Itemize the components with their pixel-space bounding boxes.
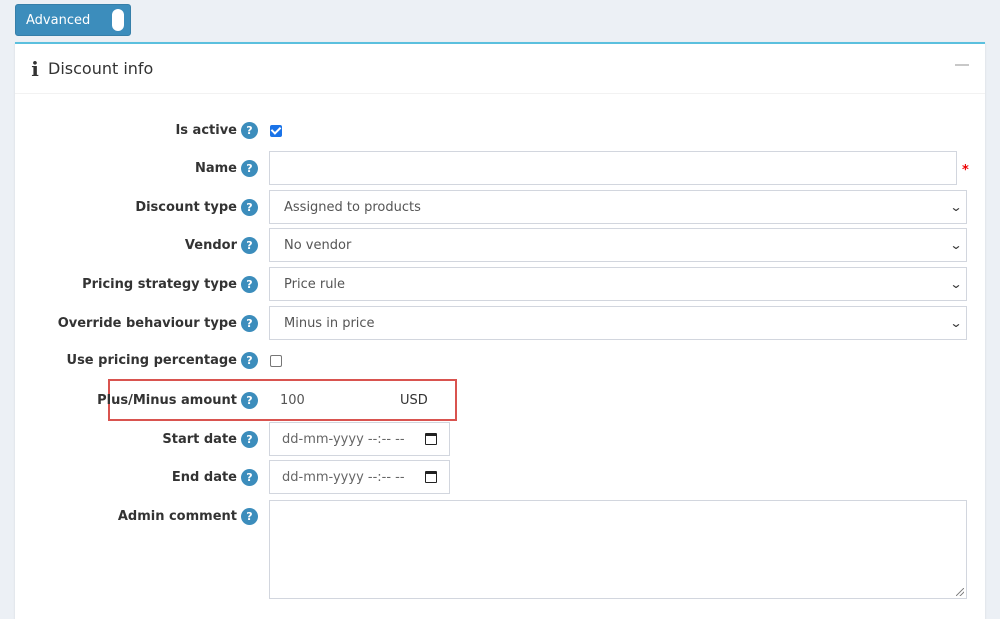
required-asterisk: *	[962, 163, 969, 178]
vendor-label: Vendor	[184, 238, 237, 253]
help-icon[interactable]: ?	[241, 160, 258, 177]
discount-type-value: Assigned to products	[284, 199, 421, 215]
is-active-label: Is active	[175, 123, 237, 138]
card-header: i Discount info	[15, 44, 985, 94]
plus-minus-amount-label: Plus/Minus amount	[97, 393, 237, 408]
help-icon[interactable]: ?	[241, 392, 258, 409]
is-active-checkbox[interactable]	[270, 125, 282, 137]
help-icon[interactable]: ?	[241, 199, 258, 216]
row-name: Name ? *	[15, 151, 985, 187]
help-icon[interactable]: ?	[241, 352, 258, 369]
discount-info-card: i Discount info Is active ? Name ? * Dis…	[15, 42, 985, 619]
toggle-knob	[112, 9, 124, 31]
discount-type-label: Discount type	[135, 200, 237, 215]
name-input[interactable]	[269, 151, 957, 185]
currency-label: USD	[400, 393, 428, 408]
card-title: Discount info	[48, 59, 154, 78]
override-behaviour-value: Minus in price	[284, 315, 375, 331]
discount-type-select[interactable]: Assigned to products ⌄	[269, 190, 967, 224]
plus-minus-amount-input[interactable]: 100	[269, 383, 384, 417]
info-icon: i	[31, 56, 39, 81]
row-use-pricing-percentage: Use pricing percentage ?	[15, 352, 985, 372]
row-vendor: Vendor ? No vendor ⌄	[15, 228, 985, 264]
vendor-select[interactable]: No vendor ⌄	[269, 228, 967, 262]
name-label: Name	[194, 161, 237, 176]
pricing-strategy-value: Price rule	[284, 276, 346, 292]
help-icon[interactable]: ?	[241, 431, 258, 448]
start-date-placeholder: dd-mm-yyyy --:-- --	[282, 431, 405, 447]
start-date-label: Start date	[162, 432, 237, 447]
vendor-value: No vendor	[284, 237, 352, 253]
pricing-strategy-select[interactable]: Price rule ⌄	[269, 267, 967, 301]
use-pricing-percentage-label: Use pricing percentage	[66, 353, 237, 368]
advanced-toggle-label: Advanced	[26, 12, 91, 28]
help-icon[interactable]: ?	[241, 122, 258, 139]
calendar-icon[interactable]	[425, 433, 437, 445]
use-pricing-percentage-checkbox[interactable]	[270, 355, 282, 367]
row-start-date: Start date ? dd-mm-yyyy --:-- --	[15, 422, 985, 458]
chevron-down-icon: ⌄	[949, 238, 963, 252]
chevron-down-icon: ⌄	[949, 277, 963, 291]
help-icon[interactable]: ?	[241, 276, 258, 293]
row-discount-type: Discount type ? Assigned to products ⌄	[15, 190, 985, 226]
end-date-label: End date	[171, 470, 237, 485]
admin-comment-textarea[interactable]	[269, 500, 967, 599]
resize-handle[interactable]	[956, 588, 964, 596]
pricing-strategy-label: Pricing strategy type	[82, 277, 237, 292]
row-override-behaviour: Override behaviour type ? Minus in price…	[15, 306, 985, 342]
override-behaviour-label: Override behaviour type	[57, 316, 237, 331]
chevron-down-icon: ⌄	[949, 200, 963, 214]
end-date-placeholder: dd-mm-yyyy --:-- --	[282, 469, 405, 485]
row-is-active: Is active ?	[15, 122, 985, 142]
help-icon[interactable]: ?	[241, 469, 258, 486]
help-icon[interactable]: ?	[241, 315, 258, 332]
row-end-date: End date ? dd-mm-yyyy --:-- --	[15, 460, 985, 496]
row-pricing-strategy: Pricing strategy type ? Price rule ⌄	[15, 267, 985, 303]
minus-icon[interactable]	[955, 64, 969, 66]
advanced-toggle[interactable]: Advanced	[15, 4, 131, 36]
row-plus-minus-amount: Plus/Minus amount ? 100 USD	[15, 383, 985, 419]
row-admin-comment: Admin comment ?	[15, 499, 985, 599]
chevron-down-icon: ⌄	[949, 316, 963, 330]
help-icon[interactable]: ?	[241, 237, 258, 254]
end-date-input[interactable]: dd-mm-yyyy --:-- --	[269, 460, 450, 494]
help-icon[interactable]: ?	[241, 508, 258, 525]
calendar-icon[interactable]	[425, 471, 437, 483]
override-behaviour-select[interactable]: Minus in price ⌄	[269, 306, 967, 340]
start-date-input[interactable]: dd-mm-yyyy --:-- --	[269, 422, 450, 456]
admin-comment-label: Admin comment	[117, 509, 237, 524]
